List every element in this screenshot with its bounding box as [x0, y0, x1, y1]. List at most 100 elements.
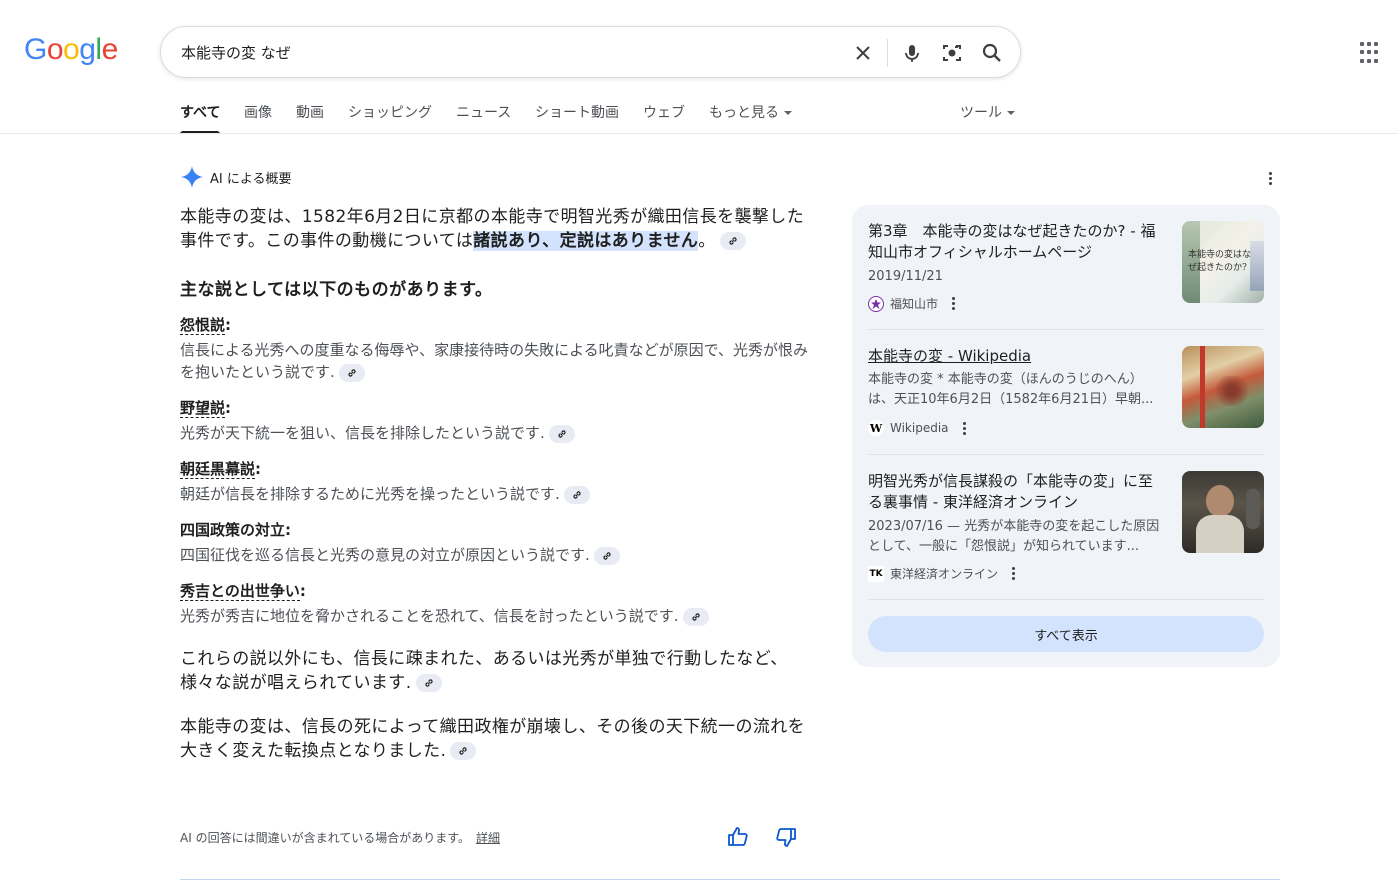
- details-link[interactable]: 詳細: [476, 831, 500, 845]
- source-separator: [868, 599, 1264, 600]
- link-icon[interactable]: [719, 232, 746, 250]
- source-separator: [868, 454, 1264, 455]
- wikipedia-favicon: W: [868, 420, 884, 436]
- tab-videos[interactable]: 動画: [296, 102, 324, 122]
- search-box[interactable]: 本能寺の変 なぜ: [160, 26, 1021, 78]
- source-site: 福知山市: [868, 295, 956, 312]
- disclaimer-text: AI の回答には間違いが含まれている場合があります。: [180, 831, 471, 845]
- theory-term-text: 秀吉との出世争い: [180, 582, 300, 601]
- ai-heading: 主な説としては以下のものがあります。: [180, 280, 493, 300]
- source-site: W Wikipedia: [868, 420, 967, 436]
- source-title[interactable]: 第3章 本能寺の変はなぜ起きたのか? - 福知山市オフィシャルホームページ: [868, 221, 1164, 263]
- fukuchiyama-favicon: [868, 295, 884, 312]
- source-title[interactable]: 明智光秀が信長謀殺の「本能寺の変」に至る裏事情 - 東洋経済オンライン: [868, 471, 1164, 513]
- search-icon[interactable]: [978, 39, 1006, 67]
- theory-term-text: 四国政策の対立: [180, 521, 286, 539]
- source-snippet: 本能寺の変 * 本能寺の変（ほんのうじのへん）は、天正10年6月2日（1582年…: [868, 372, 1154, 407]
- ai-paragraph-text: これらの説以外にも、信長に疎まれた、あるいは光秀が単独で行動したなど、様々な説が…: [180, 649, 788, 693]
- tab-short-videos[interactable]: ショート動画: [535, 102, 619, 122]
- tabs-divider: [0, 133, 1398, 134]
- more-options-icon[interactable]: [962, 421, 967, 437]
- show-all-button[interactable]: すべて表示: [868, 616, 1264, 652]
- logo-letter: o: [63, 33, 80, 66]
- clear-icon[interactable]: [849, 39, 877, 67]
- link-icon[interactable]: [338, 363, 365, 382]
- link-icon[interactable]: [593, 546, 620, 565]
- source-thumbnail[interactable]: [1182, 471, 1264, 553]
- google-logo[interactable]: Google: [24, 33, 118, 67]
- ai-disclaimer: AI の回答には間違いが含まれている場合があります。 詳細: [180, 829, 500, 846]
- theory-term: 四国政策の対立:: [180, 521, 292, 539]
- ai-overview-body: 本能寺の変は、1582年6月2日に京都の本能寺で明智光秀が織田信長を襲撃した事件…: [180, 205, 810, 763]
- toyokeizai-favicon: TK: [868, 565, 884, 582]
- theory-item: 怨恨説: 信長による光秀への度重なる侮辱や、家康接待時の失敗による叱責などが原因…: [180, 314, 810, 383]
- ai-paragraph: 本能寺の変は、信長の死によって織田政権が崩壊し、その後の天下統一の流れを大きく変…: [180, 715, 810, 763]
- theory-item: 四国政策の対立: 四国征伐を巡る信長と光秀の意見の対立が原因という説です.: [180, 519, 810, 566]
- source-site-name: 福知山市: [890, 297, 939, 311]
- theory-term-text: 怨恨説: [180, 316, 226, 335]
- ai-paragraph-text: 本能寺の変は、信長の死によって織田政権が崩壊し、その後の天下統一の流れを大きく変…: [180, 717, 806, 761]
- source-site-name: 東洋経済オンライン: [890, 567, 999, 581]
- sparkle-icon: [181, 166, 203, 188]
- source-card[interactable]: 第3章 本能寺の変はなぜ起きたのか? - 福知山市オフィシャルホームページ 20…: [868, 221, 1264, 331]
- link-icon[interactable]: [682, 607, 709, 626]
- theory-desc-text: 光秀が秀吉に地位を脅かされることを恐れて、信長を討ったという説です.: [180, 607, 679, 625]
- more-options-icon[interactable]: [952, 297, 956, 312]
- theory-item: 野望説: 光秀が天下統一を狙い、信長を排除したという説です.: [180, 397, 810, 444]
- tab-more-label: もっと見る: [709, 105, 779, 121]
- tab-all[interactable]: すべて: [180, 102, 221, 134]
- theory-term-text: 朝廷黒幕説: [180, 460, 256, 479]
- thumbs-down-icon[interactable]: [774, 825, 798, 849]
- theory-term[interactable]: 秀吉との出世争い:: [180, 580, 810, 601]
- theory-term[interactable]: 野望説:: [180, 397, 810, 418]
- theory-term[interactable]: 怨恨説:: [180, 314, 810, 335]
- tab-more[interactable]: もっと見る: [709, 102, 792, 122]
- microphone-icon[interactable]: [898, 39, 926, 67]
- ai-intro-highlight[interactable]: 諸説あり、定説はありません: [473, 231, 699, 251]
- more-options-icon[interactable]: [1269, 172, 1273, 187]
- thumbs-up-icon[interactable]: [726, 825, 750, 849]
- theory-desc: 四国征伐を巡る信長と光秀の意見の対立が原因という説です.: [180, 544, 810, 566]
- logo-letter: o: [46, 33, 64, 66]
- theory-term[interactable]: 朝廷黒幕説:: [180, 458, 810, 479]
- tab-shopping[interactable]: ショッピング: [348, 102, 432, 122]
- tab-tools[interactable]: ツール: [960, 102, 1015, 122]
- theory-desc: 朝廷が信長を排除するために光秀を操ったという説です.: [180, 483, 810, 505]
- chevron-down-icon: [1007, 111, 1015, 115]
- theory-desc: 信長による光秀への度重なる侮辱や、家康接待時の失敗による叱責などが原因で、光秀が…: [180, 339, 810, 383]
- source-snippet: 2023/07/16 — 光秀が本能寺の変を起こした原因として、一般に「怨恨説」…: [868, 519, 1160, 554]
- logo-letter: e: [101, 33, 119, 66]
- logo-letter: G: [24, 33, 47, 66]
- source-date: 2019/11/21: [868, 269, 943, 284]
- tab-images[interactable]: 画像: [244, 102, 272, 122]
- more-options-icon[interactable]: [1012, 567, 1016, 582]
- chevron-down-icon: [784, 111, 792, 115]
- section-divider: [180, 879, 1280, 880]
- theory-desc: 光秀が天下統一を狙い、信長を排除したという説です.: [180, 422, 810, 444]
- link-icon[interactable]: [450, 742, 477, 760]
- logo-letter: g: [79, 33, 96, 66]
- search-input[interactable]: 本能寺の変 なぜ: [181, 42, 291, 63]
- tab-web[interactable]: ウェブ: [643, 102, 685, 122]
- ai-paragraph: これらの説以外にも、信長に疎まれた、あるいは光秀が単独で行動したなど、様々な説が…: [180, 647, 810, 695]
- theory-desc-text: 四国征伐を巡る信長と光秀の意見の対立が原因という説です.: [180, 546, 590, 564]
- link-icon[interactable]: [415, 674, 442, 692]
- theory-desc: 光秀が秀吉に地位を脅かされることを恐れて、信長を討ったという説です.: [180, 605, 810, 627]
- source-card[interactable]: 明智光秀が信長謀殺の「本能寺の変」に至る裏事情 - 東洋経済オンライン 2023…: [868, 471, 1264, 582]
- source-thumbnail[interactable]: 本能寺の変はなぜ起きたのか?: [1182, 221, 1264, 303]
- tab-news[interactable]: ニュース: [456, 102, 511, 122]
- source-thumbnail[interactable]: [1182, 346, 1264, 428]
- link-icon[interactable]: [563, 485, 590, 504]
- source-site: TK 東洋経済オンライン: [868, 565, 1016, 582]
- theory-desc-text: 光秀が天下統一を狙い、信長を排除したという説です.: [180, 424, 545, 442]
- apps-grid-icon[interactable]: [1360, 42, 1382, 64]
- theory-desc-text: 朝廷が信長を排除するために光秀を操ったという説です.: [180, 485, 560, 503]
- theory-desc-text: 信長による光秀への度重なる侮辱や、家康接待時の失敗による叱責などが原因で、光秀が…: [180, 341, 809, 381]
- ai-intro: 本能寺の変は、1582年6月2日に京都の本能寺で明智光秀が織田信長を襲撃した事件…: [180, 205, 810, 253]
- source-site-name: Wikipedia: [890, 421, 949, 435]
- camera-lens-icon[interactable]: [938, 39, 966, 67]
- search-divider: [887, 39, 888, 67]
- source-title[interactable]: 本能寺の変 - Wikipedia: [868, 346, 1164, 367]
- source-card[interactable]: 本能寺の変 - Wikipedia 本能寺の変 * 本能寺の変（ほんのうじのへん…: [868, 346, 1264, 456]
- link-icon[interactable]: [548, 424, 575, 443]
